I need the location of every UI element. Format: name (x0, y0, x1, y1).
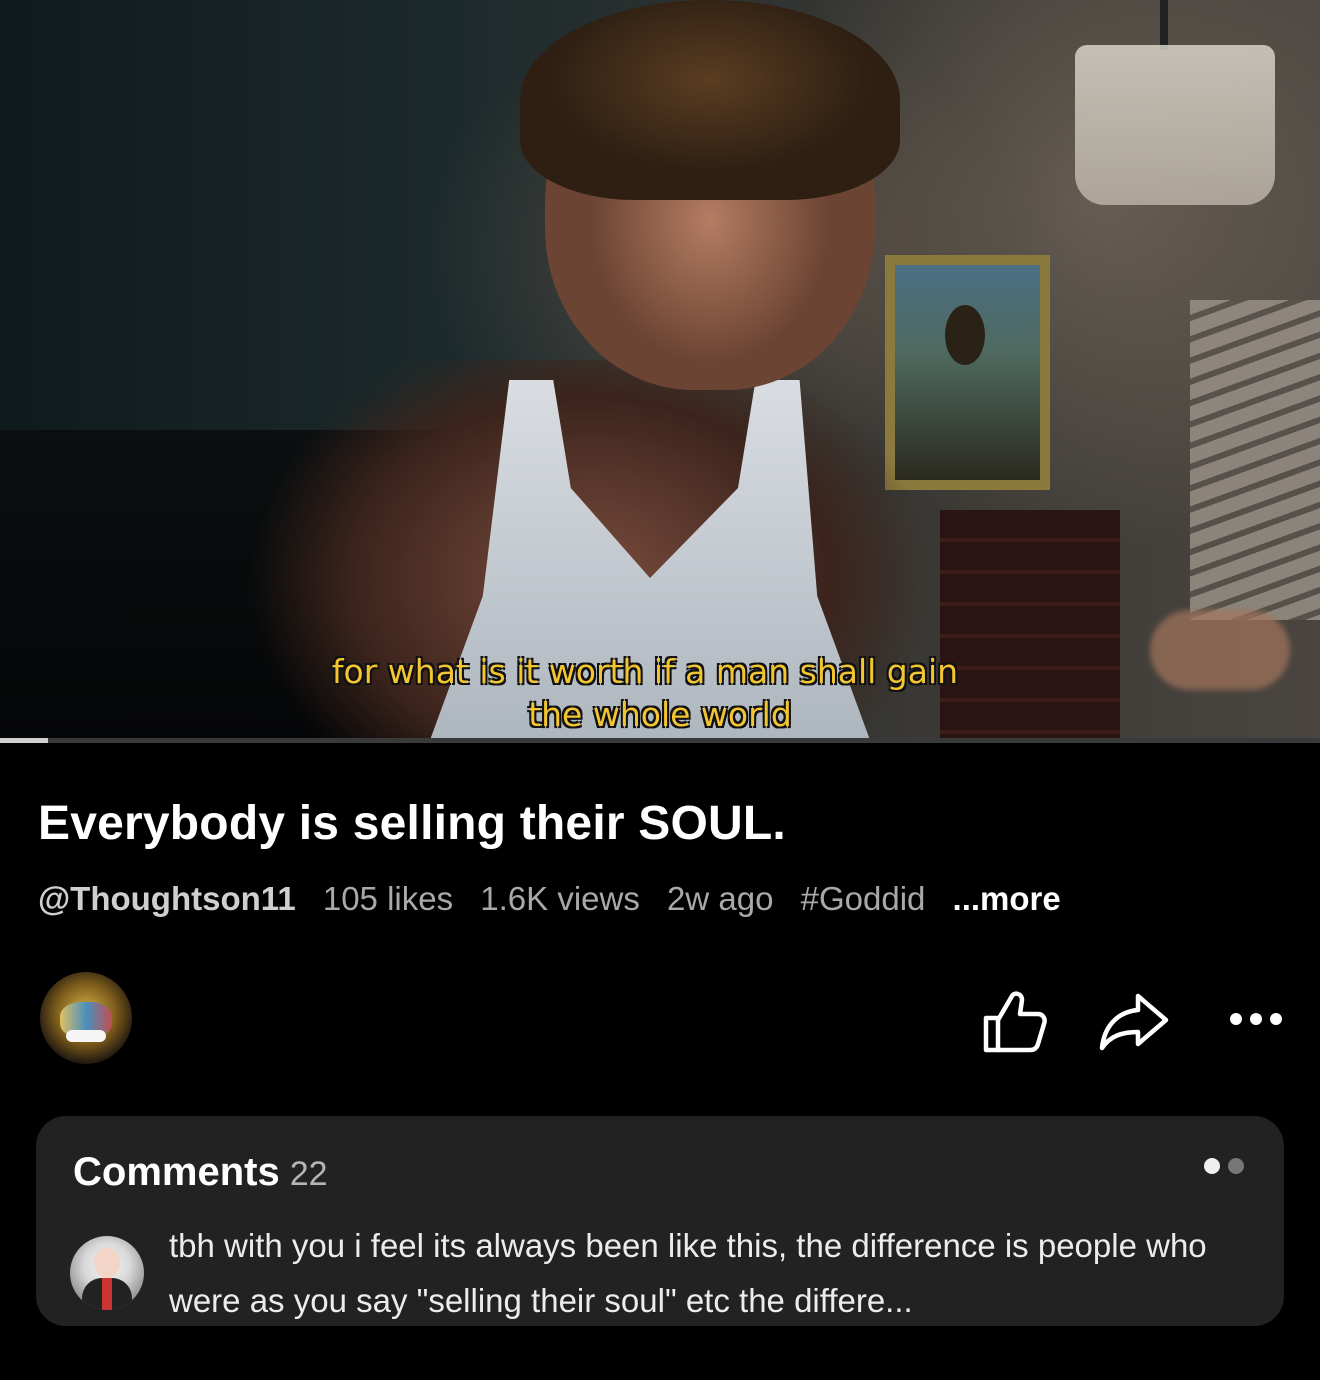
more-description-link[interactable]: ...more (953, 880, 1061, 917)
carousel-dot-inactive (1228, 1158, 1244, 1174)
commenter-avatar-head (94, 1248, 120, 1278)
caption-line-2: the whole world (528, 695, 792, 734)
commenter-avatar[interactable] (70, 1236, 144, 1310)
video-scene-lamp (1075, 45, 1275, 205)
comments-label: Comments (73, 1150, 280, 1194)
comments-count: 22 (289, 1155, 328, 1193)
caption-line-1: for what is it worth if a man shall gain (331, 652, 959, 691)
avatar-mouth-art (66, 1030, 106, 1042)
like-button[interactable] (980, 988, 1050, 1056)
commenter-avatar-suit (82, 1278, 132, 1310)
channel-avatar[interactable] (40, 972, 132, 1064)
more-options-button[interactable] (1228, 1004, 1284, 1034)
channel-handle[interactable]: @Thoughtson11 (38, 880, 296, 917)
carousel-indicator (1204, 1158, 1244, 1174)
video-caption: for what is it worth if a man shall gain… (0, 650, 1320, 736)
video-title: Everybody is selling their SOUL. (38, 797, 786, 850)
share-button[interactable] (1098, 990, 1170, 1052)
top-comment-text: tbh with you i feel its always been like… (169, 1227, 1207, 1319)
video-progress-bar[interactable] (0, 738, 1320, 743)
video-progress-fill (0, 738, 48, 743)
video-scene-lamp-pole (1160, 0, 1168, 50)
video-meta-row[interactable]: @Thoughtson11 105 likes 1.6K views 2w ag… (38, 880, 1061, 918)
comments-header: Comments 22 (73, 1150, 328, 1195)
like-count: 105 likes (322, 880, 454, 917)
painting-figure (945, 305, 985, 365)
video-scene-hair (520, 0, 900, 200)
video-player[interactable]: for what is it worth if a man shall gain… (0, 0, 1320, 740)
thumbs-up-icon (983, 991, 1047, 1053)
share-arrow-icon (1099, 993, 1169, 1051)
video-scene-shelf (1190, 300, 1320, 620)
more-horizontal-icon (1230, 1013, 1282, 1025)
hashtag-link[interactable]: #Goddid (801, 880, 926, 917)
shorts-page: for what is it worth if a man shall gain… (0, 0, 1320, 1380)
upload-age: 2w ago (667, 880, 774, 917)
comments-card[interactable]: Comments 22 tbh with you i feel its alway… (36, 1116, 1284, 1326)
carousel-dot-active (1204, 1158, 1220, 1174)
view-count: 1.6K views (480, 880, 640, 917)
